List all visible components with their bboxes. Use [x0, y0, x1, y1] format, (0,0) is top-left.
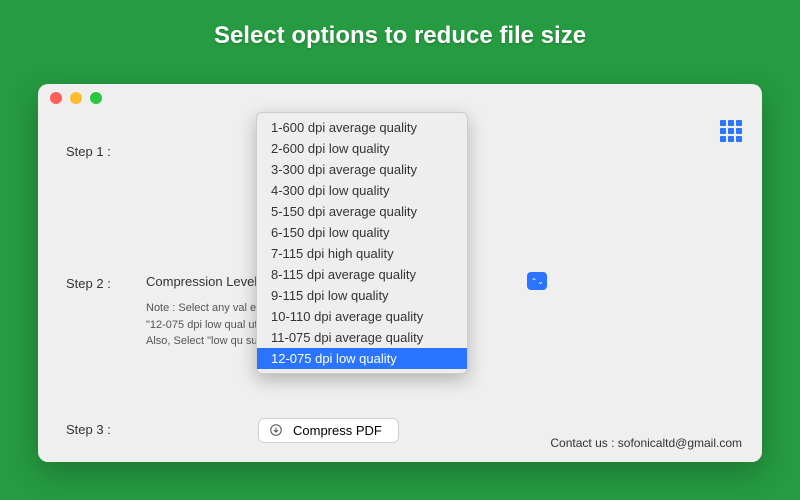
contact-info: Contact us : sofonicaltd@gmail.com [550, 436, 742, 450]
compress-pdf-button-label: Compress PDF [293, 423, 382, 438]
dropdown-item[interactable]: 10-110 dpi average quality [257, 306, 467, 327]
window-body: Step 1 : Step 2 : Compression Level [38, 112, 762, 462]
dropdown-item[interactable]: 1-600 dpi average quality [257, 117, 467, 138]
compression-level-dropdown[interactable]: 1-600 dpi average quality2-600 dpi low q… [256, 112, 468, 374]
compression-level-label: Compression Level [146, 274, 257, 289]
step-3-label: Step 3 : [66, 418, 126, 437]
contact-email[interactable]: sofonicaltd@gmail.com [618, 436, 742, 450]
minimize-icon[interactable] [70, 92, 82, 104]
page-headline: Select options to reduce file size [0, 0, 800, 50]
close-icon[interactable] [50, 92, 62, 104]
grid-apps-icon[interactable] [720, 120, 742, 142]
dropdown-item[interactable]: 11-075 dpi average quality [257, 327, 467, 348]
dropdown-item[interactable]: 6-150 dpi low quality [257, 222, 467, 243]
dropdown-item[interactable]: 9-115 dpi low quality [257, 285, 467, 306]
step-1-label: Step 1 : [66, 140, 126, 159]
dropdown-item[interactable]: 12-075 dpi low quality [257, 348, 467, 369]
compression-level-select[interactable]: ⌃⌄ [527, 272, 547, 290]
compress-pdf-button[interactable]: Compress PDF [258, 418, 399, 443]
dropdown-item[interactable]: 5-150 dpi average quality [257, 201, 467, 222]
dropdown-item[interactable]: 2-600 dpi low quality [257, 138, 467, 159]
dropdown-item[interactable]: 8-115 dpi average quality [257, 264, 467, 285]
window-titlebar [38, 84, 762, 112]
download-circle-icon [269, 423, 283, 437]
chevron-updown-icon: ⌃⌄ [531, 277, 544, 286]
dropdown-item[interactable]: 4-300 dpi low quality [257, 180, 467, 201]
step-2-label: Step 2 : [66, 272, 126, 291]
dropdown-item[interactable]: 7-115 dpi high quality [257, 243, 467, 264]
maximize-icon[interactable] [90, 92, 102, 104]
dropdown-item[interactable]: 3-300 dpi average quality [257, 159, 467, 180]
app-window: Step 1 : Step 2 : Compression Level [38, 84, 762, 462]
